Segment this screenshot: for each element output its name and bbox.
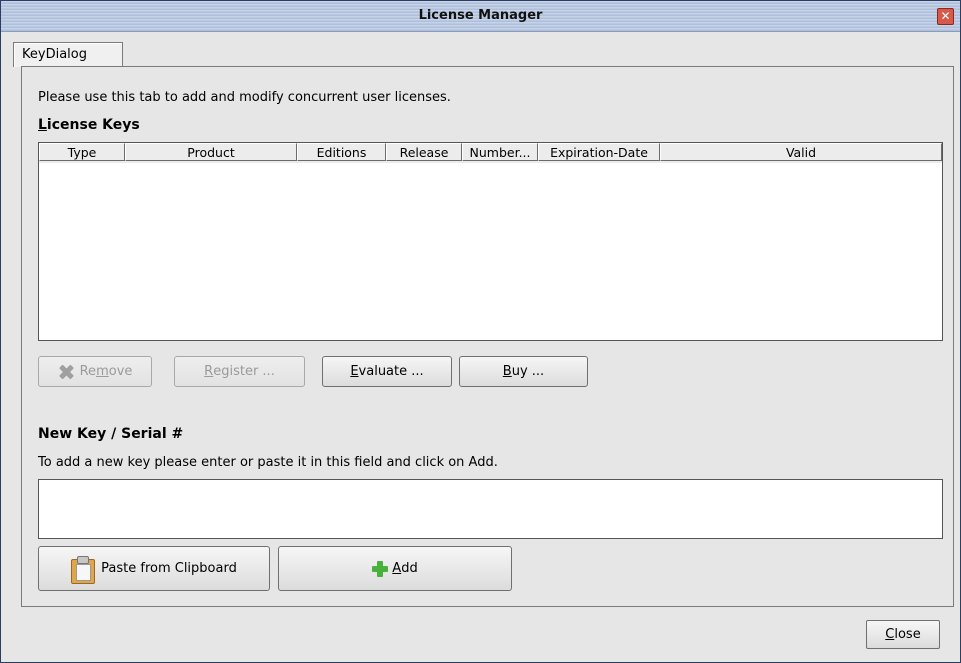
new-key-input[interactable] <box>38 479 943 539</box>
title-bar[interactable]: License Manager ✕ <box>1 1 960 32</box>
license-keys-table[interactable]: Type Product Editions Release Number... … <box>38 142 943 341</box>
column-header-valid[interactable]: Valid <box>660 143 942 161</box>
new-key-instruction: To add a new key please enter or paste i… <box>38 455 498 470</box>
table-header: Type Product Editions Release Number... … <box>39 143 942 163</box>
column-header-type[interactable]: Type <box>39 143 125 161</box>
paste-from-clipboard-button[interactable]: Paste from Clipboard <box>38 546 270 591</box>
close-button[interactable]: Close <box>866 620 940 649</box>
license-keys-heading: License Keys <box>38 117 140 133</box>
remove-x-icon <box>58 364 74 380</box>
tab-label: KeyDialog <box>22 47 87 62</box>
new-key-heading: New Key / Serial # <box>38 426 184 442</box>
add-button[interactable]: Add <box>278 546 512 591</box>
remove-button[interactable]: Re m ove <box>38 356 152 387</box>
column-header-product[interactable]: Product <box>125 143 297 161</box>
close-window-icon[interactable]: ✕ <box>937 8 954 25</box>
window-title: License Manager <box>418 8 543 23</box>
register-button[interactable]: Register ... <box>174 356 305 387</box>
column-header-release[interactable]: Release <box>386 143 462 161</box>
column-header-expiration-date[interactable]: Expiration-Date <box>538 143 660 161</box>
column-header-editions[interactable]: Editions <box>297 143 386 161</box>
buy-button[interactable]: Buy ... <box>459 356 588 387</box>
intro-text: Please use this tab to add and modify co… <box>38 90 451 105</box>
tab-keydialog[interactable]: KeyDialog <box>13 42 123 67</box>
clipboard-icon <box>71 555 96 584</box>
license-manager-window: License Manager ✕ KeyDialog Please use t… <box>0 0 961 663</box>
dialog-footer: Close <box>1 607 960 662</box>
evaluate-button[interactable]: Evaluate ... <box>322 356 452 387</box>
add-plus-icon <box>372 560 389 577</box>
keydialog-panel: Please use this tab to add and modify co… <box>21 66 954 607</box>
column-header-number[interactable]: Number... <box>462 143 538 161</box>
